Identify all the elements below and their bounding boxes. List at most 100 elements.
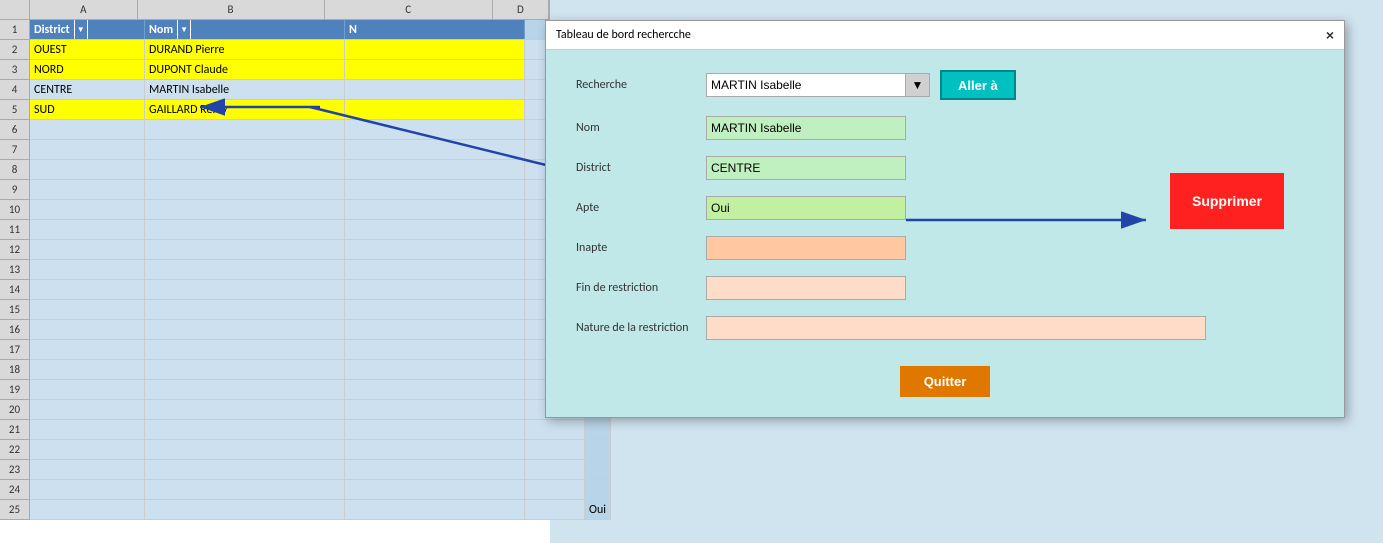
table-row: [30, 460, 611, 480]
row-num-10: 10: [0, 200, 30, 220]
corner-cell: [0, 0, 30, 19]
header-district: District ▼: [30, 20, 145, 39]
row-num-8: 8: [0, 160, 30, 180]
table-row: [30, 120, 611, 140]
nom-input[interactable]: [706, 116, 906, 140]
recherche-row: Recherche ▼ Aller à: [576, 70, 1314, 100]
table-row: [30, 140, 611, 160]
row-num-22: 22: [0, 440, 30, 460]
cell-c-1: [345, 40, 525, 59]
cell-district-4: SUD: [30, 100, 145, 119]
header-n: N: [345, 20, 525, 39]
recherche-input[interactable]: [706, 73, 906, 97]
table-row: [30, 340, 611, 360]
row-num-20: 20: [0, 400, 30, 420]
header-nom: Nom ▼: [145, 20, 345, 39]
inapte-row: Inapte: [576, 236, 1314, 260]
nom-row: Nom: [576, 116, 1314, 140]
cell-c-4: [345, 100, 525, 119]
table-row: [30, 220, 611, 240]
row-num-9: 9: [0, 180, 30, 200]
dialog-title: Tableau de bord rechercche: [556, 28, 691, 42]
dialog-titlebar: Tableau de bord rechercche ×: [546, 21, 1344, 50]
table-row: [30, 480, 611, 500]
district-input[interactable]: [706, 156, 906, 180]
row-num-13: 13: [0, 260, 30, 280]
row-num-16: 16: [0, 320, 30, 340]
dialog: Tableau de bord rechercche × Recherche ▼…: [545, 20, 1345, 418]
cell-nom-2: DUPONT Claude: [145, 60, 345, 79]
district-label: District: [576, 161, 706, 175]
form-section: Nom District Apte Inapte Fin de restrict…: [576, 116, 1314, 340]
filter-icon-district[interactable]: ▼: [74, 20, 88, 39]
dialog-body: Recherche ▼ Aller à Nom District Apte: [546, 50, 1344, 417]
supprimer-button[interactable]: Supprimer: [1170, 173, 1284, 229]
col-header-b: B: [138, 0, 325, 19]
row-num-12: 12: [0, 240, 30, 260]
row-num-6: 6: [0, 120, 30, 140]
fin-restriction-row: Fin de restriction: [576, 276, 1314, 300]
row-num-24: 24: [0, 480, 30, 500]
table-row: [30, 360, 611, 380]
cell-c-2: [345, 60, 525, 79]
inapte-input[interactable]: [706, 236, 906, 260]
recherche-dropdown-btn[interactable]: ▼: [906, 73, 930, 97]
cell-c-3: [345, 80, 525, 99]
table-header-row: District ▼ Nom ▼ N: [30, 20, 611, 40]
row-num-18: 18: [0, 360, 30, 380]
table-row: [30, 180, 611, 200]
row-num-11: 11: [0, 220, 30, 240]
apte-label: Apte: [576, 201, 706, 215]
nom-label: Nom: [576, 121, 706, 135]
table-row: [30, 240, 611, 260]
cell-district-3: CENTRE: [30, 80, 145, 99]
row-num-5: 5: [0, 100, 30, 120]
recherche-label: Recherche: [576, 78, 706, 92]
nature-restriction-input[interactable]: [706, 316, 1206, 340]
col-header-c: C: [325, 0, 493, 19]
row-num-21: 21: [0, 420, 30, 440]
row-num-1: 1: [0, 20, 30, 40]
dialog-close-button[interactable]: ×: [1326, 27, 1334, 43]
cell-nom-4: GAILLARD Rémy: [145, 100, 345, 119]
row-numbers: 1 2 3 4 5 6 7 8 9 10 11 12 13 14 15 16 1…: [0, 20, 30, 520]
table-row: OUEST DURAND Pierre: [30, 40, 611, 60]
table-row: [30, 440, 611, 460]
spreadsheet: A B C D 1 2 3 4 5 6 7 8 9 10 11 12 13 14…: [0, 0, 550, 543]
row-num-2: 2: [0, 40, 30, 60]
table-row: SUD GAILLARD Rémy: [30, 100, 611, 120]
cell-oui: Oui: [585, 500, 611, 519]
quitter-button[interactable]: Quitter: [900, 366, 991, 397]
row-num-17: 17: [0, 340, 30, 360]
cell-nom-1: DURAND Pierre: [145, 40, 345, 59]
inapte-label: Inapte: [576, 241, 706, 255]
row-num-14: 14: [0, 280, 30, 300]
col-header-a: A: [30, 0, 138, 19]
nature-restriction-label: Nature de la restriction: [576, 321, 706, 335]
table-row: [30, 420, 611, 440]
col-header-d: D: [493, 0, 549, 19]
quitter-row: Quitter: [576, 356, 1314, 397]
fin-restriction-input[interactable]: [706, 276, 906, 300]
row-num-4: 4: [0, 80, 30, 100]
row-num-23: 23: [0, 460, 30, 480]
cell-district-2: NORD: [30, 60, 145, 79]
row-num-7: 7: [0, 140, 30, 160]
fin-restriction-label: Fin de restriction: [576, 281, 706, 295]
aller-button[interactable]: Aller à: [940, 70, 1016, 100]
row-num-19: 19: [0, 380, 30, 400]
table-row: [30, 280, 611, 300]
table-row: [30, 300, 611, 320]
apte-input[interactable]: [706, 196, 906, 220]
nature-restriction-row: Nature de la restriction: [576, 316, 1314, 340]
table-row: Oui: [30, 500, 611, 520]
grid: District ▼ Nom ▼ N OUEST DURAND Pierre: [30, 20, 611, 520]
filter-icon-nom[interactable]: ▼: [177, 20, 191, 39]
cell-district-1: OUEST: [30, 40, 145, 59]
table-row: NORD DUPONT Claude: [30, 60, 611, 80]
table-row: [30, 260, 611, 280]
row-num-3: 3: [0, 60, 30, 80]
cell-nom-3: MARTIN Isabelle: [145, 80, 345, 99]
table-row: [30, 200, 611, 220]
table-row: [30, 380, 611, 400]
